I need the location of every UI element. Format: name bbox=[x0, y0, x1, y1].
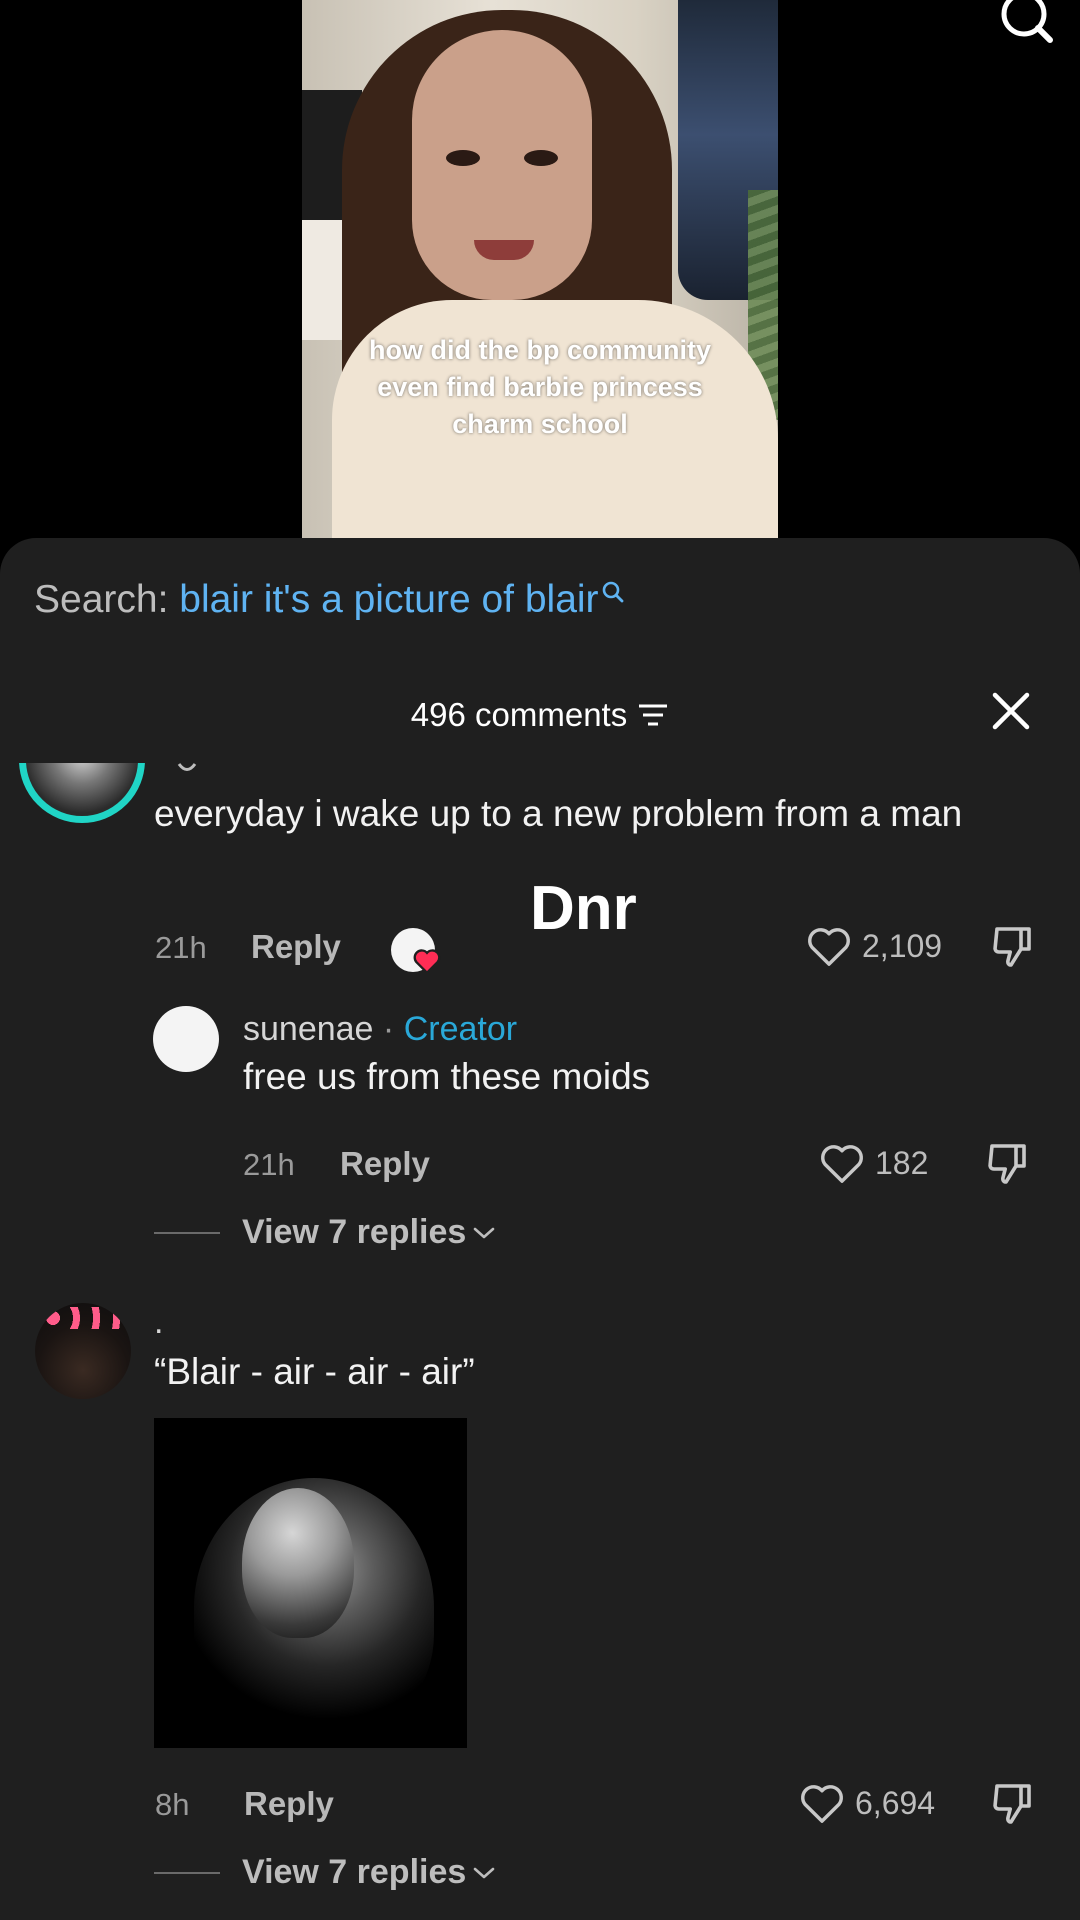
reply-username[interactable]: sunenae · Creator bbox=[243, 1010, 517, 1049]
avatar[interactable] bbox=[19, 763, 145, 823]
username-fragment bbox=[177, 763, 197, 771]
reply-button[interactable]: Reply bbox=[340, 1145, 430, 1183]
person-mouth bbox=[474, 240, 534, 260]
avatar[interactable] bbox=[35, 1303, 131, 1399]
view-replies-label: View 7 replies bbox=[242, 1853, 467, 1891]
person-eye-left bbox=[446, 150, 480, 166]
chevron-down-icon bbox=[473, 1867, 495, 1878]
reply-button[interactable]: Reply bbox=[244, 1785, 334, 1823]
like-button[interactable]: 6,694 bbox=[799, 1782, 935, 1824]
comment-text: everyday i wake up to a new problem from… bbox=[154, 793, 963, 834]
comment-username[interactable]: . bbox=[154, 1303, 163, 1342]
search-prefix: Search: bbox=[34, 578, 180, 621]
search-mini-icon[interactable] bbox=[601, 580, 625, 604]
portrait-head bbox=[242, 1488, 354, 1638]
dislike-icon[interactable] bbox=[984, 1140, 1032, 1188]
comment-time: 21h bbox=[155, 930, 207, 965]
search-icon[interactable] bbox=[998, 0, 1058, 44]
heart-outline-icon bbox=[821, 1145, 863, 1183]
video-caption-line: even find barbie princess bbox=[377, 372, 703, 402]
like-count: 2,109 bbox=[862, 927, 943, 964]
comments-title: 496 comments bbox=[0, 696, 1080, 734]
creator-liked-badge bbox=[391, 928, 441, 974]
dislike-icon[interactable] bbox=[989, 923, 1037, 971]
video-frame[interactable]: how did the bp community even find barbi… bbox=[302, 0, 778, 540]
heart-outline-icon bbox=[801, 1785, 843, 1823]
like-count: 182 bbox=[875, 1144, 929, 1181]
view-replies-button[interactable]: View 7 replies bbox=[154, 1853, 496, 1892]
username-text: sunenae bbox=[243, 1010, 374, 1048]
heart-filled-icon bbox=[413, 949, 441, 974]
creator-avatar[interactable] bbox=[153, 1006, 219, 1072]
comment-image[interactable] bbox=[154, 1418, 467, 1748]
video-player[interactable]: how did the bp community even find barbi… bbox=[0, 0, 1080, 540]
close-icon[interactable] bbox=[990, 690, 1032, 732]
reply-time: 21h bbox=[243, 1147, 295, 1182]
comments-count: 496 comments bbox=[410, 696, 628, 733]
dislike-icon[interactable] bbox=[989, 1780, 1037, 1828]
heart-outline-icon bbox=[808, 928, 850, 966]
chevron-down-icon bbox=[473, 1227, 495, 1238]
comment-text: “Blair - air - air - air” bbox=[154, 1351, 475, 1392]
divider-line bbox=[154, 1231, 220, 1234]
overlay-text: Dnr bbox=[530, 874, 637, 943]
flower-crown bbox=[43, 1307, 123, 1329]
reply-text: free us from these moids bbox=[243, 1056, 651, 1097]
comments-list[interactable]: everyday i wake up to a new problem from… bbox=[0, 763, 1080, 1920]
creator-badge: Creator bbox=[403, 1010, 518, 1048]
video-caption-line: charm school bbox=[452, 409, 628, 439]
view-replies-button[interactable]: View 7 replies bbox=[154, 1213, 496, 1252]
person-eye-right bbox=[524, 150, 558, 166]
person-face bbox=[412, 30, 592, 300]
video-caption-line: how did the bp community bbox=[369, 335, 711, 365]
comment-time: 8h bbox=[155, 1787, 190, 1822]
related-search[interactable]: Search: blair it's a picture of blair bbox=[34, 578, 625, 622]
comments-sheet: Search: blair it's a picture of blair 49… bbox=[0, 538, 1080, 1920]
divider-line bbox=[154, 1871, 220, 1874]
view-replies-label: View 7 replies bbox=[242, 1213, 467, 1251]
like-button[interactable]: 2,109 bbox=[806, 925, 942, 967]
comments-header: 496 comments bbox=[0, 690, 1080, 750]
search-query-link[interactable]: blair it's a picture of blair bbox=[179, 578, 598, 621]
reply-button[interactable]: Reply bbox=[251, 928, 341, 966]
like-count: 6,694 bbox=[855, 1784, 936, 1821]
like-button[interactable]: 182 bbox=[819, 1142, 928, 1184]
video-caption: how did the bp community even find barbi… bbox=[302, 332, 778, 443]
username-separator: · bbox=[373, 1010, 404, 1048]
sort-filter-icon[interactable] bbox=[637, 701, 669, 729]
